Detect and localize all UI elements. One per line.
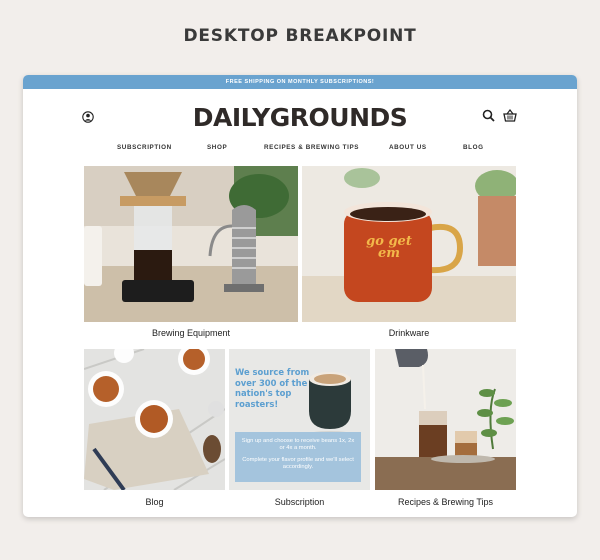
search-icon[interactable]: [482, 109, 495, 122]
main-nav: SUBSCRIPTION SHOP RECIPES & BREWING TIPS…: [23, 144, 577, 156]
recipes-caption[interactable]: Recipes & Brewing Tips: [375, 497, 516, 507]
subscription-headline: We source from over 300 of the nation's …: [235, 367, 310, 409]
nav-shop[interactable]: SHOP: [207, 144, 227, 151]
page-heading: DESKTOP BREAKPOINT: [183, 26, 417, 46]
subscription-frequency-text: Sign up and choose to receive beans 1x, …: [241, 438, 355, 452]
site-frame: FREE SHIPPING ON MONTHLY SUBSCRIPTIONS! …: [23, 75, 577, 517]
recipes-image[interactable]: [375, 349, 516, 490]
subscription-info-box: Sign up and choose to receive beans 1x, …: [235, 432, 361, 482]
blog-image[interactable]: [84, 349, 225, 490]
nav-recipes[interactable]: RECIPES & BREWING TIPS: [264, 144, 359, 151]
basket-icon[interactable]: [503, 109, 517, 122]
site-header: DAILYGROUNDS: [23, 89, 577, 137]
brewing-equipment-caption[interactable]: Brewing Equipment: [84, 328, 298, 338]
drinkware-caption[interactable]: Drinkware: [302, 328, 516, 338]
subscription-flavor-text: Complete your flavor profile and we'll s…: [242, 456, 354, 471]
nav-blog[interactable]: BLOG: [463, 144, 484, 151]
nav-about-us[interactable]: ABOUT US: [389, 144, 427, 151]
promo-text: FREE SHIPPING ON MONTHLY SUBSCRIPTIONS!: [225, 79, 375, 85]
drinkware-image[interactable]: go get em: [302, 166, 516, 322]
brewing-equipment-image[interactable]: [84, 166, 298, 322]
nav-subscription[interactable]: SUBSCRIPTION: [117, 144, 172, 151]
mug-lettering: go get em: [366, 234, 412, 261]
promo-bar[interactable]: FREE SHIPPING ON MONTHLY SUBSCRIPTIONS!: [23, 75, 577, 89]
subscription-caption[interactable]: Subscription: [229, 497, 370, 507]
blog-caption[interactable]: Blog: [84, 497, 225, 507]
